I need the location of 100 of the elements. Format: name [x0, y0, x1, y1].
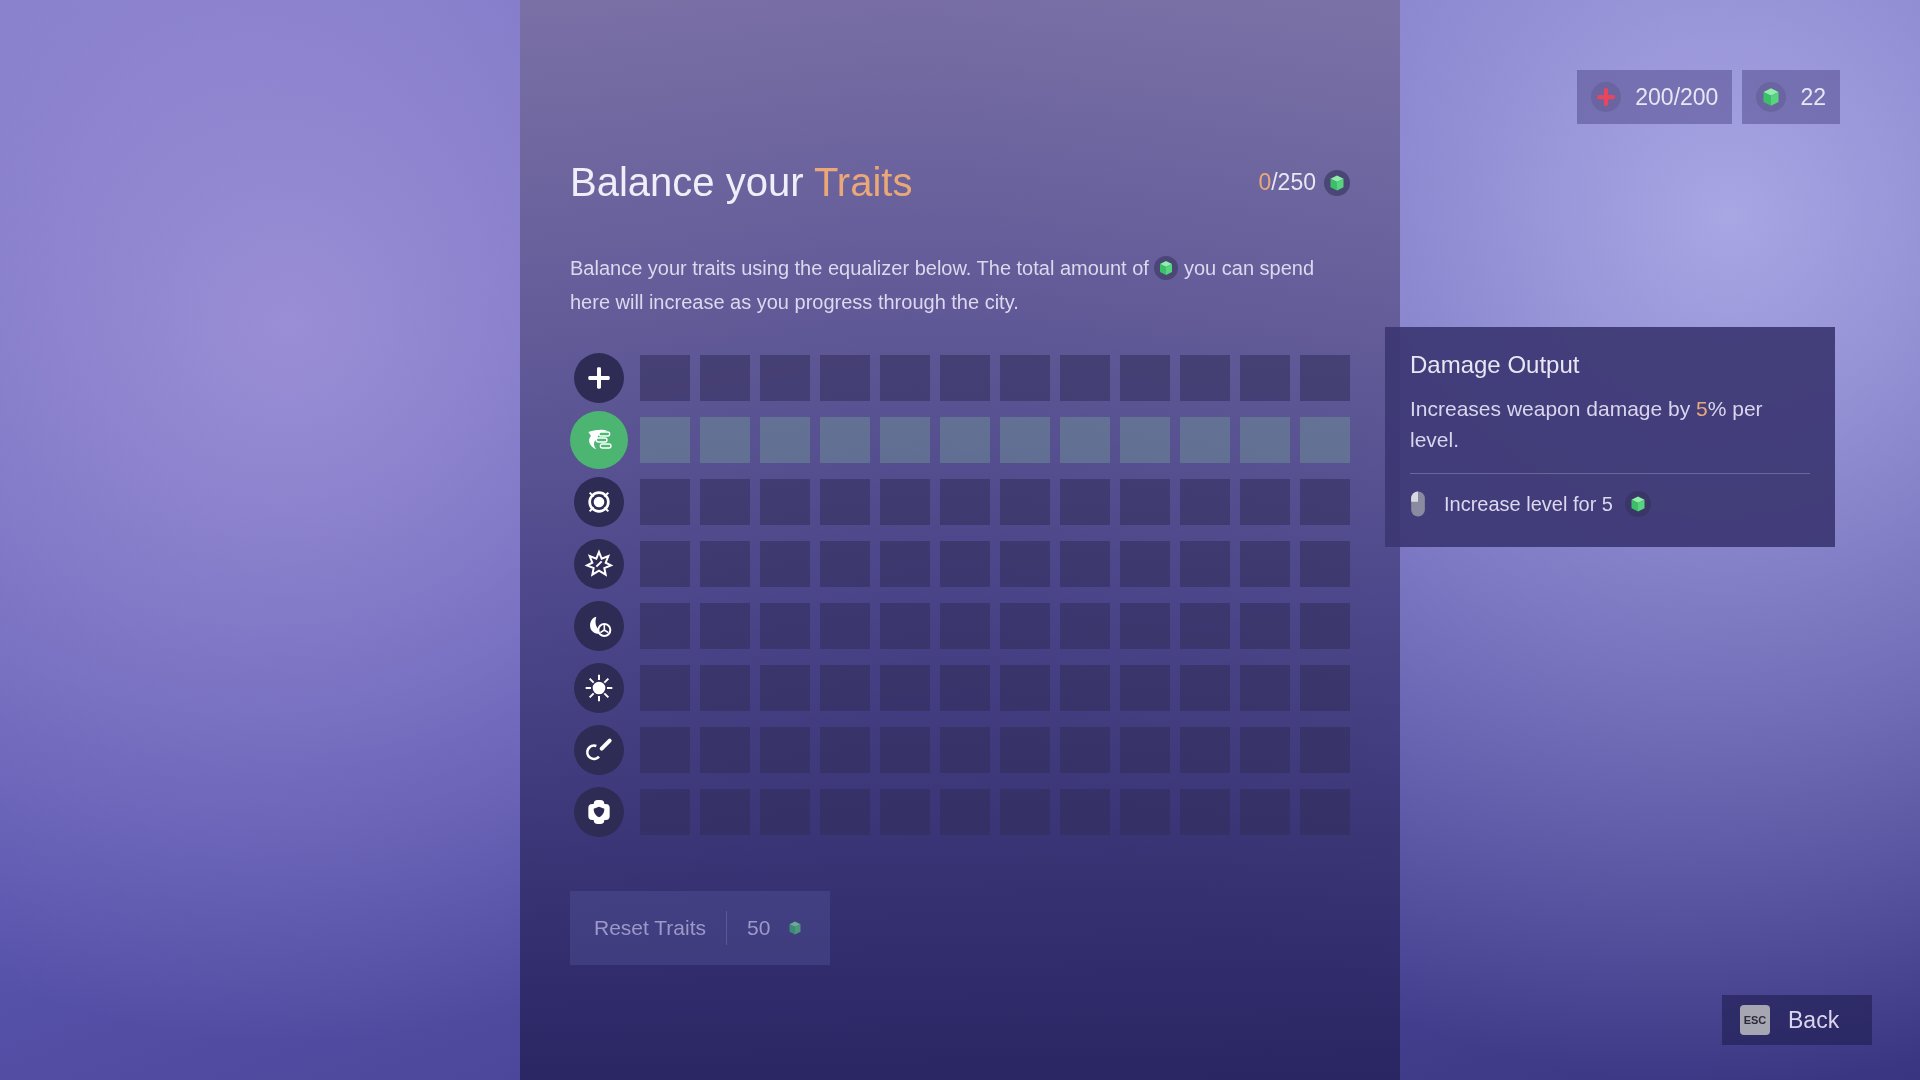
level-cell[interactable]: [1000, 665, 1050, 711]
level-cell[interactable]: [1000, 603, 1050, 649]
level-cell[interactable]: [1060, 479, 1110, 525]
trait-button[interactable]: [574, 787, 624, 837]
tooltip-title: Damage Output: [1410, 351, 1581, 379]
level-cell[interactable]: [940, 479, 990, 525]
level-cell[interactable]: [1300, 603, 1350, 649]
level-cell[interactable]: [1000, 479, 1050, 525]
level-cell[interactable]: [1120, 479, 1170, 525]
cube-icon: [1154, 256, 1179, 280]
level-cell[interactable]: [1240, 603, 1290, 649]
level-cell[interactable]: [1240, 541, 1290, 587]
level-cell[interactable]: [760, 541, 810, 587]
trait-button[interactable]: [574, 725, 624, 775]
level-cell[interactable]: [1180, 665, 1230, 711]
cube-icon: [1756, 82, 1787, 112]
back-button[interactable]: ESC Back: [1722, 995, 1872, 1045]
level-cell[interactable]: [640, 603, 690, 649]
reset-label: Reset Traits: [594, 916, 707, 940]
level-cell[interactable]: [880, 417, 930, 463]
trait-button[interactable]: [570, 411, 628, 469]
level-cell[interactable]: [1000, 541, 1050, 587]
reset-cost: 50: [747, 916, 771, 940]
level-cell[interactable]: [700, 417, 750, 463]
level-cell[interactable]: [640, 417, 690, 463]
mouse-icon: [1410, 490, 1426, 518]
level-cell[interactable]: [940, 665, 990, 711]
page-title: Balance your Traits: [570, 160, 913, 205]
level-cell[interactable]: [1060, 417, 1110, 463]
level-cell[interactable]: [700, 479, 750, 525]
trait-button[interactable]: [574, 539, 624, 589]
level-cell[interactable]: [820, 541, 870, 587]
level-cell[interactable]: [1300, 417, 1350, 463]
level-cell[interactable]: [1060, 665, 1110, 711]
cube-icon: [1625, 491, 1651, 517]
esc-key: ESC: [1740, 1005, 1770, 1035]
trait-button[interactable]: [574, 353, 624, 403]
level-cell[interactable]: [760, 479, 810, 525]
level-cell[interactable]: [1240, 479, 1290, 525]
level-cell[interactable]: [820, 479, 870, 525]
health-value: 200/200: [1635, 83, 1719, 111]
level-cell[interactable]: [760, 603, 810, 649]
level-cell[interactable]: [1240, 727, 1290, 773]
level-cell[interactable]: [940, 355, 990, 401]
trait-button[interactable]: [574, 663, 624, 713]
level-cell[interactable]: [1120, 355, 1170, 401]
level-cell[interactable]: [640, 665, 690, 711]
level-cell[interactable]: [760, 727, 810, 773]
trait-button[interactable]: [574, 601, 624, 651]
level-cell[interactable]: [1300, 665, 1350, 711]
level-cell[interactable]: [820, 665, 870, 711]
level-cell[interactable]: [880, 665, 930, 711]
level-cell[interactable]: [1180, 417, 1230, 463]
sun-icon: [583, 672, 615, 704]
level-cell[interactable]: [1120, 417, 1170, 463]
level-cell[interactable]: [940, 603, 990, 649]
level-cell[interactable]: [880, 541, 930, 587]
level-cell[interactable]: [640, 541, 690, 587]
level-cell[interactable]: [1300, 727, 1350, 773]
level-cell[interactable]: [1000, 417, 1050, 463]
level-cell[interactable]: [760, 417, 810, 463]
trait-button[interactable]: [574, 477, 624, 527]
level-cell[interactable]: [700, 603, 750, 649]
cube-icon: [1324, 169, 1350, 196]
level-cell[interactable]: [640, 727, 690, 773]
level-cell[interactable]: [1120, 665, 1170, 711]
level-cell[interactable]: [820, 603, 870, 649]
level-cell[interactable]: [1180, 479, 1230, 525]
level-cell[interactable]: [640, 479, 690, 525]
level-cell[interactable]: [1120, 603, 1170, 649]
level-cell[interactable]: [940, 417, 990, 463]
level-cell[interactable]: [1180, 541, 1230, 587]
level-cell[interactable]: [820, 417, 870, 463]
level-cell[interactable]: [940, 541, 990, 587]
level-cell[interactable]: [1060, 355, 1110, 401]
description-text: Balance your traits using the equalizer below. The total amount of you can spend here will increase as you progress through the city.: [570, 255, 1316, 315]
level-cell[interactable]: [1060, 541, 1110, 587]
level-cell[interactable]: [700, 541, 750, 587]
level-cell[interactable]: [1120, 541, 1170, 587]
level-cell[interactable]: [880, 479, 930, 525]
level-cell[interactable]: [1240, 355, 1290, 401]
level-cell[interactable]: [700, 727, 750, 773]
level-cell[interactable]: [1300, 479, 1350, 525]
level-cell[interactable]: [640, 355, 690, 401]
level-cell[interactable]: [760, 665, 810, 711]
level-cell[interactable]: [1300, 355, 1350, 401]
level-cell[interactable]: [1240, 665, 1290, 711]
level-cell[interactable]: [1060, 603, 1110, 649]
level-cell[interactable]: [820, 355, 870, 401]
level-cell[interactable]: [1240, 417, 1290, 463]
level-cell[interactable]: [1300, 541, 1350, 587]
points-counter: 0/250: [1258, 169, 1316, 196]
level-cell[interactable]: [880, 603, 930, 649]
level-cell[interactable]: [700, 665, 750, 711]
level-cell[interactable]: [1180, 603, 1230, 649]
level-cell[interactable]: [1180, 355, 1230, 401]
level-cell[interactable]: [760, 355, 810, 401]
level-cell[interactable]: [880, 355, 930, 401]
level-cell[interactable]: [700, 355, 750, 401]
level-cell[interactable]: [1000, 355, 1050, 401]
